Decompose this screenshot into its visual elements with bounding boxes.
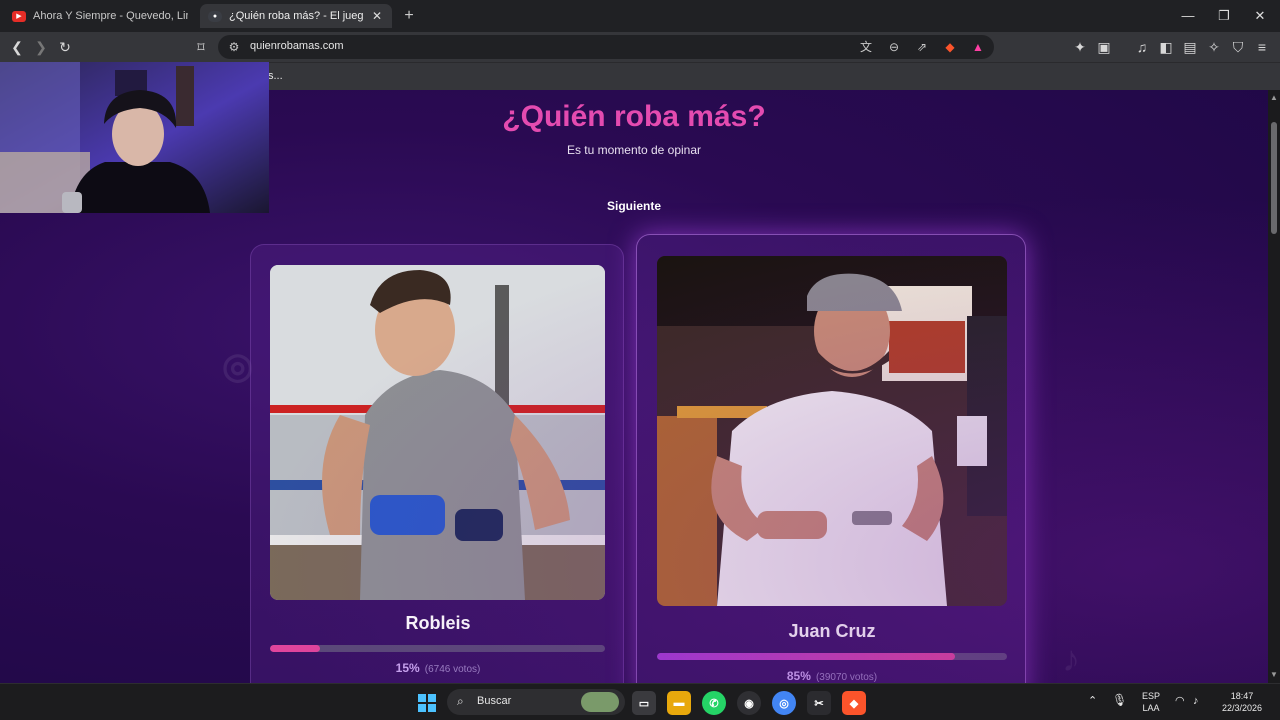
vote-result: 15% (6746 votos) (251, 661, 625, 675)
wallet-icon[interactable]: ▤ (1180, 37, 1200, 57)
candidate-name: Robleis (405, 613, 471, 633)
tab-strip: ▶ Ahora Y Siempre - Quevedo, Linton ● ¿Q… (0, 0, 1280, 32)
clock-date: 22/3/2026 (1221, 703, 1263, 713)
candidate-card-robleis[interactable]: Robleis 15% (6746 votos) (250, 244, 624, 683)
taskbar-search[interactable]: ⌕ Buscar (447, 689, 625, 715)
microphone-icon[interactable]: 🎙 (1112, 694, 1127, 706)
vote-progress-fill (270, 645, 321, 652)
search-placeholder: Buscar (477, 695, 512, 707)
sidebar-icon[interactable]: ◧ (1156, 37, 1176, 57)
whatsapp-icon[interactable]: ✆ (702, 691, 726, 715)
menu-icon[interactable]: ≡ (1252, 37, 1272, 57)
tab-youtube[interactable]: ▶ Ahora Y Siempre - Quevedo, Linton (4, 4, 196, 28)
address-bar[interactable]: ⚙ quienrobamas.com 文 ⊖ ⇗ ◆ ▲ (218, 35, 994, 59)
windows-logo-icon (418, 694, 436, 712)
vote-percent: 85% (786, 669, 811, 683)
file-explorer-icon[interactable]: ▬ (667, 691, 691, 715)
tray-overflow-icon[interactable]: ⌃ (1088, 695, 1097, 707)
chrome-icon[interactable]: ◎ (772, 691, 796, 715)
scroll-up-icon[interactable]: ▲ (1270, 94, 1278, 102)
close-tab-icon[interactable]: ✕ (370, 9, 384, 23)
task-view-icon[interactable]: ▭ (632, 691, 656, 715)
reload-button[interactable]: ↻ (55, 37, 75, 57)
vote-progress-track (657, 653, 1007, 660)
wifi-icon[interactable]: ◠ (1175, 695, 1185, 707)
language-indicator[interactable]: ESP LAA (1138, 690, 1164, 714)
vote-result: 85% (39070 votos) (637, 669, 1027, 683)
vote-count: (6746 votos) (424, 664, 481, 675)
vote-percent: 15% (395, 661, 420, 675)
tab-title: ¿Quién roba más? - El juego que (229, 10, 363, 22)
close-window-button[interactable]: ✕ (1250, 6, 1270, 26)
tab-search-icon[interactable]: ▣ (1094, 37, 1114, 57)
search-icon: ⌕ (457, 694, 464, 708)
obs-icon[interactable]: ◉ (737, 691, 761, 715)
leo-ai-icon[interactable]: ✧ (1204, 37, 1224, 57)
instagram-icon: ◎ (222, 345, 254, 386)
candidate-photo[interactable] (657, 256, 1007, 606)
zoom-icon[interactable]: ⊖ (884, 37, 904, 57)
page-scrollbar[interactable]: ▲ ▼ (1268, 90, 1280, 683)
brave-rewards-icon[interactable]: ▲ (968, 37, 988, 57)
browser-toolbar: ❮ ❯ ↻ ⌑ ⚙ quienrobamas.com 文 ⊖ ⇗ ◆ ▲ ✦ ▣… (0, 32, 1280, 62)
tab-quienrobamas[interactable]: ● ¿Quién roba más? - El juego que ✕ (200, 4, 392, 28)
windows-taskbar: ⌕ Buscar ▭ ▬ ✆ ◉ ◎ ✂ ◆ ⌃ 🎙 ESP LAA ◠ ♪ 1… (0, 683, 1280, 720)
tab-title: Ahora Y Siempre - Quevedo, Linton (33, 10, 188, 22)
scroll-down-icon[interactable]: ▼ (1270, 671, 1278, 679)
clock-time: 18:47 (1230, 691, 1254, 701)
candidate-name: Juan Cruz (788, 621, 876, 641)
site-info-icon[interactable]: ⚙ (224, 37, 244, 57)
discord-icon: ● (208, 10, 222, 22)
scroll-thumb[interactable] (1271, 122, 1277, 234)
back-button[interactable]: ❮ (7, 37, 27, 57)
youtube-icon: ▶ (12, 10, 26, 22)
vote-progress-track (270, 645, 605, 652)
keyboard-layout: LAA (1142, 703, 1160, 713)
clock[interactable]: 18:47 22/3/2026 (1214, 690, 1270, 714)
bookmark-icon[interactable]: ⌑ (191, 37, 211, 57)
vote-count: (39070 votos) (815, 672, 878, 683)
candidate-photo[interactable] (270, 265, 605, 600)
next-button[interactable]: Siguiente (594, 196, 674, 216)
forward-button[interactable]: ❯ (31, 37, 51, 57)
start-button[interactable] (415, 691, 439, 715)
share-icon[interactable]: ⇗ (912, 37, 932, 57)
vpn-icon[interactable]: ⛉ (1228, 37, 1248, 57)
capcut-icon[interactable]: ✂ (807, 691, 831, 715)
vote-progress-fill (657, 653, 955, 660)
new-tab-button[interactable]: + (400, 6, 418, 26)
language-code: ESP (1141, 691, 1160, 701)
translate-icon[interactable]: 文 (856, 37, 876, 57)
brave-shields-icon[interactable]: ◆ (940, 37, 960, 57)
extensions-icon[interactable]: ✦ (1070, 37, 1090, 57)
media-icon[interactable]: ♫ (1132, 37, 1152, 57)
url-text: quienrobamas.com (250, 40, 344, 52)
webcam-overlay (0, 62, 269, 213)
brave-icon[interactable]: ◆ (842, 691, 866, 715)
minimize-button[interactable]: — (1178, 6, 1198, 26)
volume-icon[interactable]: ♪ (1193, 695, 1199, 707)
maximize-button[interactable]: ❐ (1214, 6, 1234, 26)
tiktok-icon: ♪ (1062, 638, 1080, 679)
candidate-card-juan-cruz[interactable]: Juan Cruz 85% (39070 votos) (636, 234, 1026, 683)
bookmark-item[interactable]: s... (268, 70, 283, 82)
search-highlight-icon (581, 692, 619, 712)
